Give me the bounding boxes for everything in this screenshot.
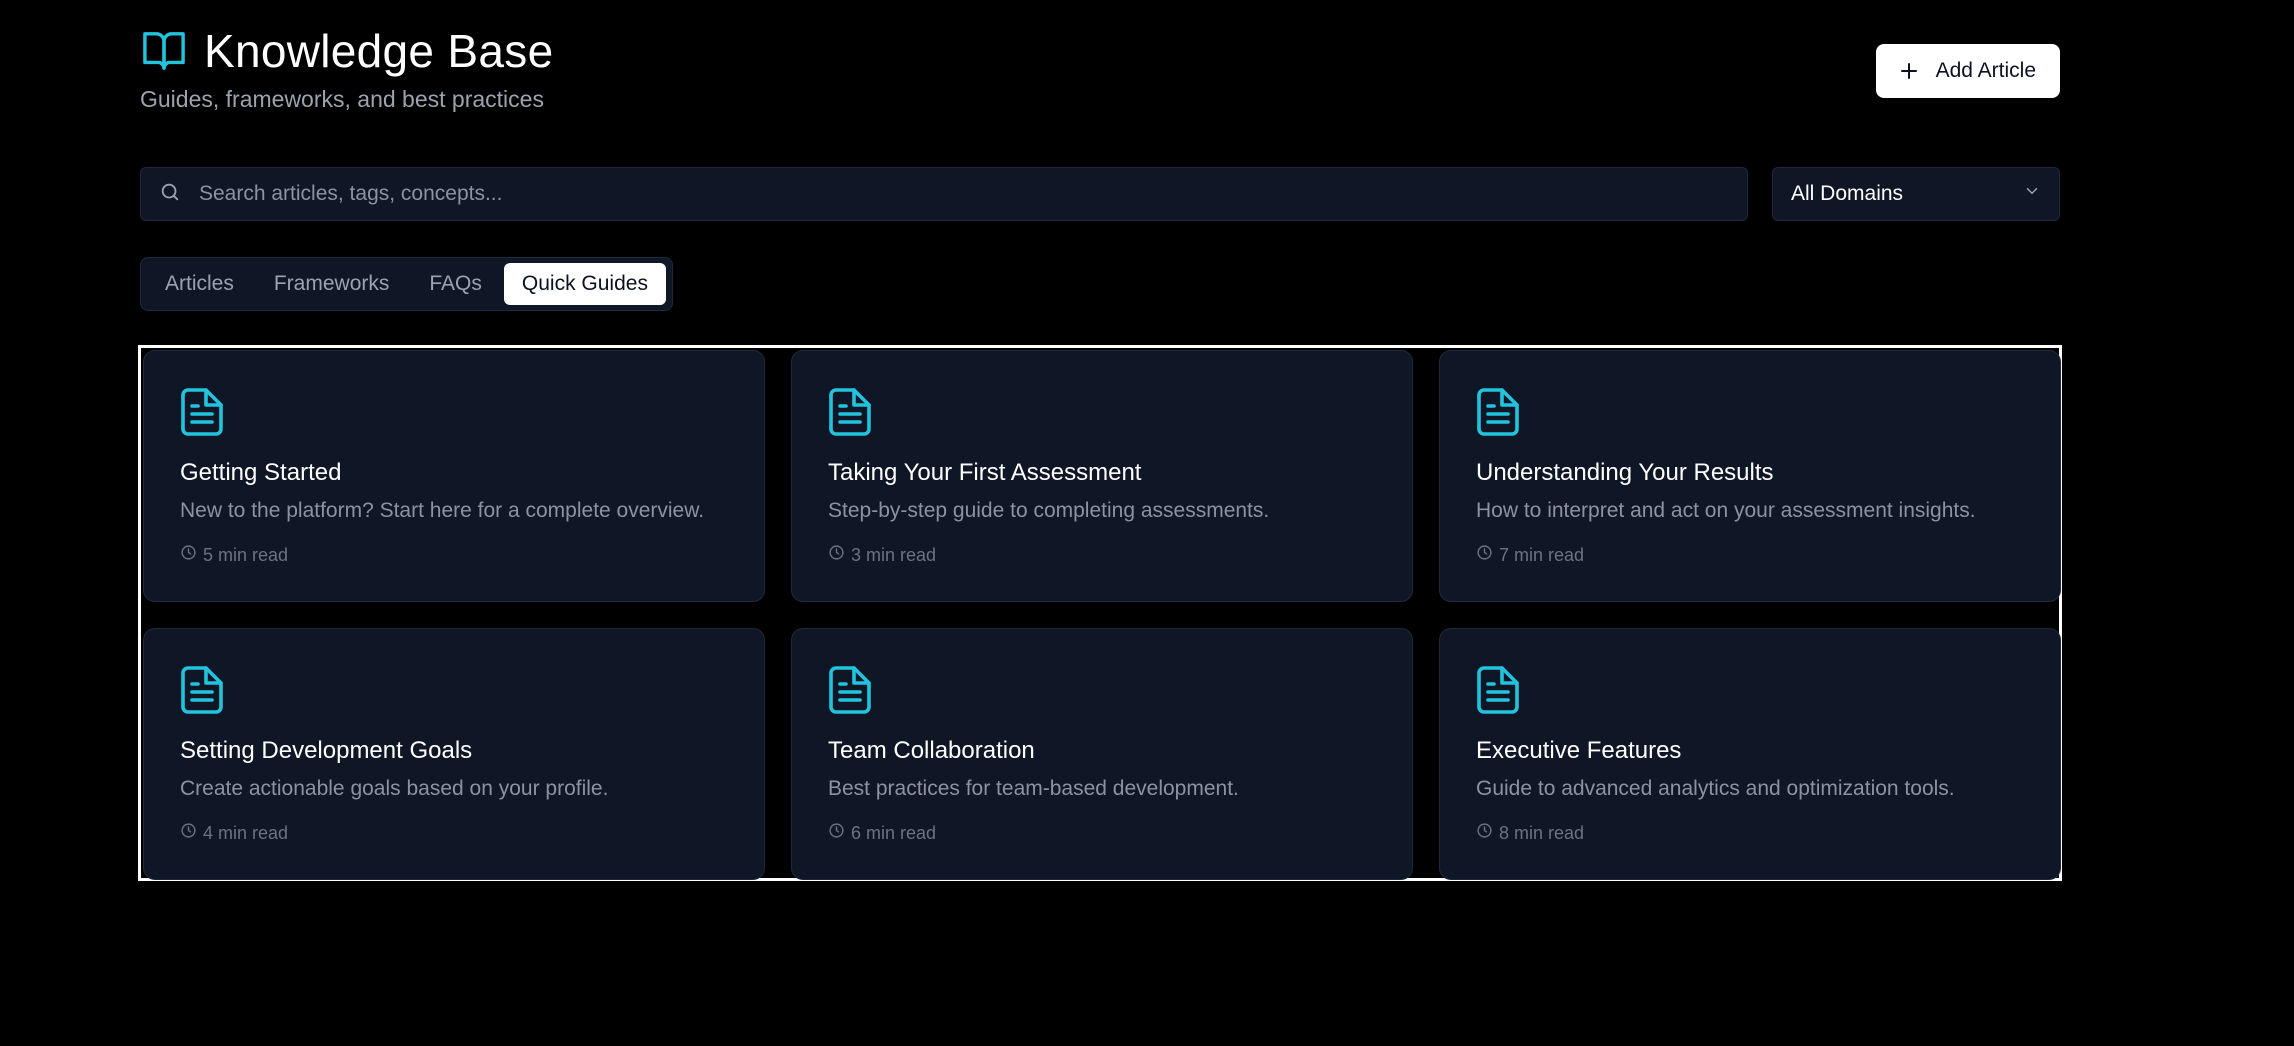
guide-description: Create actionable goals based on your pr… — [180, 777, 609, 800]
guide-card[interactable]: Team Collaboration Best practices for te… — [791, 628, 1413, 880]
guide-title: Taking Your First Assessment — [828, 459, 1142, 486]
clock-icon — [180, 822, 197, 844]
page-subtitle: Guides, frameworks, and best practices — [140, 86, 544, 112]
guide-description: Step-by-step guide to completing assessm… — [828, 499, 1270, 522]
file-text-icon — [828, 665, 872, 715]
guide-description: Best practices for team-based developmen… — [828, 777, 1239, 800]
clock-icon — [1476, 544, 1493, 566]
file-text-icon — [180, 387, 224, 437]
read-time-text: 5 min read — [203, 544, 289, 565]
guide-card[interactable]: Setting Development Goals Create actiona… — [143, 628, 765, 880]
clock-icon — [180, 544, 197, 566]
guide-card[interactable]: Understanding Your Results How to interp… — [1439, 350, 2061, 602]
clock-icon — [828, 544, 845, 566]
chevron-down-icon — [2023, 182, 2041, 206]
guide-title: Executive Features — [1476, 737, 1682, 764]
guide-card[interactable]: Getting Started New to the platform? Sta… — [143, 350, 765, 602]
file-text-icon — [1476, 387, 1520, 437]
guide-title: Team Collaboration — [828, 737, 1035, 764]
guide-card[interactable]: Taking Your First Assessment Step-by-ste… — [791, 350, 1413, 602]
page-header: Knowledge Base Guides, frameworks, and b… — [140, 24, 2060, 124]
search-input[interactable] — [199, 182, 1747, 206]
guide-read-time: 8 min read — [1476, 822, 1584, 844]
search-bar[interactable] — [140, 167, 1748, 221]
guide-read-time: 4 min read — [180, 822, 288, 844]
add-article-label: Add Article — [1935, 59, 2036, 82]
clock-icon — [1476, 822, 1493, 844]
guide-read-time: 3 min read — [828, 544, 936, 566]
read-time-text: 8 min read — [1499, 822, 1585, 843]
file-text-icon — [1476, 665, 1520, 715]
knowledge-base-page: Knowledge Base Guides, frameworks, and b… — [0, 0, 2294, 1046]
guide-title: Setting Development Goals — [180, 737, 473, 764]
domain-filter-select[interactable]: All Domains — [1772, 167, 2060, 221]
file-text-icon — [180, 665, 224, 715]
read-time-text: 6 min read — [851, 822, 937, 843]
guide-read-time: 5 min read — [180, 544, 288, 566]
guide-description: New to the platform? Start here for a co… — [180, 499, 705, 522]
add-article-button[interactable]: Add Article — [1875, 44, 2060, 98]
plus-icon — [1900, 57, 1918, 85]
page-title: Knowledge Base — [204, 25, 554, 77]
tab-faqs[interactable]: FAQs — [411, 263, 500, 305]
title-row: Knowledge Base — [140, 24, 2060, 78]
book-open-icon — [140, 27, 188, 75]
file-text-icon — [828, 387, 872, 437]
read-time-text: 4 min read — [203, 822, 289, 843]
read-time-text: 7 min read — [1499, 544, 1585, 565]
search-icon — [159, 181, 181, 208]
tab-articles[interactable]: Articles — [147, 263, 252, 305]
content-tabs: Articles Frameworks FAQs Quick Guides — [140, 257, 673, 311]
guide-title: Getting Started — [180, 459, 342, 486]
guides-grid: Getting Started New to the platform? Sta… — [138, 345, 2062, 881]
tab-quick-guides[interactable]: Quick Guides — [503, 263, 666, 305]
guide-title: Understanding Your Results — [1476, 459, 1774, 486]
guide-read-time: 7 min read — [1476, 544, 1584, 566]
read-time-text: 3 min read — [851, 544, 937, 565]
domain-filter-value: All Domains — [1791, 182, 1904, 205]
tab-frameworks[interactable]: Frameworks — [256, 263, 408, 305]
guide-read-time: 6 min read — [828, 822, 936, 844]
guide-card[interactable]: Executive Features Guide to advanced ana… — [1439, 628, 2061, 880]
guide-description: Guide to advanced analytics and optimiza… — [1476, 777, 1955, 800]
clock-icon — [828, 822, 845, 844]
guide-description: How to interpret and act on your assessm… — [1476, 499, 1976, 522]
